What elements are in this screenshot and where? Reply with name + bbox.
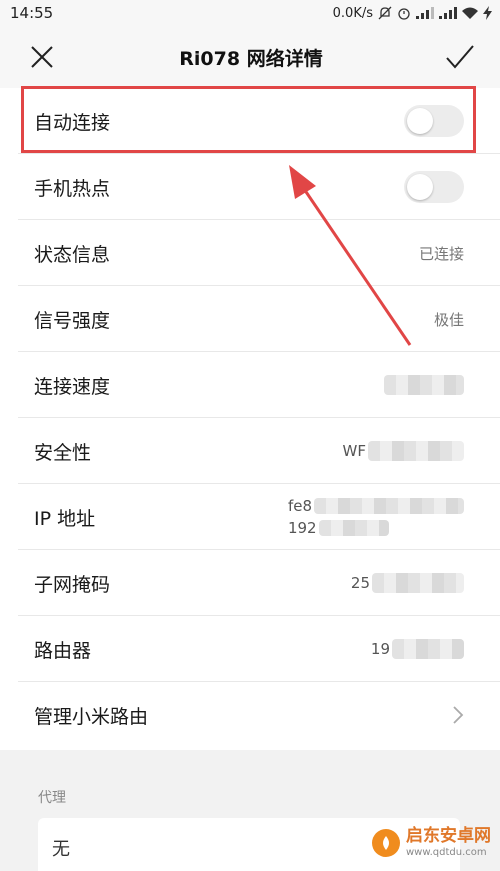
router-value-prefix: 19: [370, 640, 390, 658]
subnet-value: 25: [351, 573, 464, 593]
speed-value-redacted: [384, 375, 464, 395]
subnet-value-redacted: [372, 573, 464, 593]
row-auto-connect[interactable]: 自动连接: [0, 88, 500, 154]
title-bar: Ri078 网络详情: [0, 26, 500, 88]
signal-icon-sim1: [416, 7, 434, 19]
watermark-name: 启东安卓网: [406, 826, 491, 846]
auto-connect-toggle[interactable]: [404, 105, 464, 137]
router-value-redacted: [392, 639, 464, 659]
row-hotspot[interactable]: 手机热点: [0, 154, 500, 220]
auto-connect-label: 自动连接: [34, 111, 111, 134]
row-speed: 连接速度: [0, 352, 500, 418]
security-value-redacted: [368, 441, 464, 461]
row-security: 安全性 WF: [0, 418, 500, 484]
signal-label: 信号强度: [34, 309, 111, 332]
toggle-knob: [407, 174, 433, 200]
security-value: WF: [343, 441, 464, 461]
ip-label: IP 地址: [34, 507, 96, 530]
hotspot-toggle[interactable]: [404, 171, 464, 203]
router-label: 路由器: [34, 639, 92, 662]
manage-router-label: 管理小米路由: [34, 705, 149, 728]
subnet-label: 子网掩码: [34, 573, 111, 596]
status-time: 14:55: [10, 4, 54, 22]
row-manage-router[interactable]: 管理小米路由: [0, 682, 500, 748]
chevron-right-icon: [453, 706, 464, 724]
proxy-label: 代理: [38, 790, 66, 806]
signal-icon-sim2: [439, 7, 457, 19]
toggle-knob: [407, 108, 433, 134]
close-icon: [31, 46, 53, 68]
network-speed: 0.0K/s: [332, 5, 373, 21]
security-value-prefix: WF: [342, 442, 366, 460]
check-icon: [446, 45, 474, 69]
charging-icon: [483, 6, 492, 20]
router-value: 19: [371, 639, 464, 659]
watermark-text: 启东安卓网 www.qdtdu.com: [406, 828, 491, 858]
ip-value: fe8 192: [288, 497, 464, 537]
status-icons: 0.0K/s: [333, 6, 492, 21]
security-label: 安全性: [34, 441, 92, 464]
status-label: 状态信息: [34, 243, 111, 266]
watermark: 启东安卓网 www.qdtdu.com: [372, 828, 491, 858]
proxy-value: 无: [52, 839, 70, 860]
ip-line-2: 192: [288, 519, 464, 537]
status-value: 已连接: [418, 244, 464, 263]
row-status: 状态信息 已连接: [0, 220, 500, 286]
ip-line-1-prefix: fe8: [287, 497, 312, 515]
row-signal: 信号强度 极佳: [0, 286, 500, 352]
network-detail-list: 自动连接 手机热点 状态信息 已连接 信号强度 极佳 连接速度 安全性 WF I…: [0, 88, 500, 748]
row-ip: IP 地址 fe8 192: [0, 484, 500, 550]
watermark-url: www.qdtdu.com: [406, 847, 487, 858]
status-bar: 14:55 0.0K/s: [0, 0, 500, 26]
close-button[interactable]: [22, 37, 62, 77]
ip-line-2-redacted: [318, 520, 389, 536]
hotspot-label: 手机热点: [34, 177, 111, 200]
mute-icon: [378, 6, 392, 20]
ip-line-1: fe8: [288, 497, 464, 515]
confirm-button[interactable]: [440, 37, 480, 77]
alarm-icon: [397, 6, 411, 20]
speed-label: 连接速度: [34, 375, 111, 398]
row-subnet: 子网掩码 25: [0, 550, 500, 616]
subnet-value-prefix: 25: [350, 574, 370, 592]
page-title: Ri078 网络详情: [179, 47, 323, 70]
row-router: 路由器 19: [0, 616, 500, 682]
ip-line-1-redacted: [314, 498, 464, 514]
signal-value: 极佳: [433, 310, 464, 329]
ip-line-2-prefix: 192: [287, 519, 317, 537]
wifi-icon: [462, 7, 478, 19]
watermark-logo: [372, 829, 400, 857]
